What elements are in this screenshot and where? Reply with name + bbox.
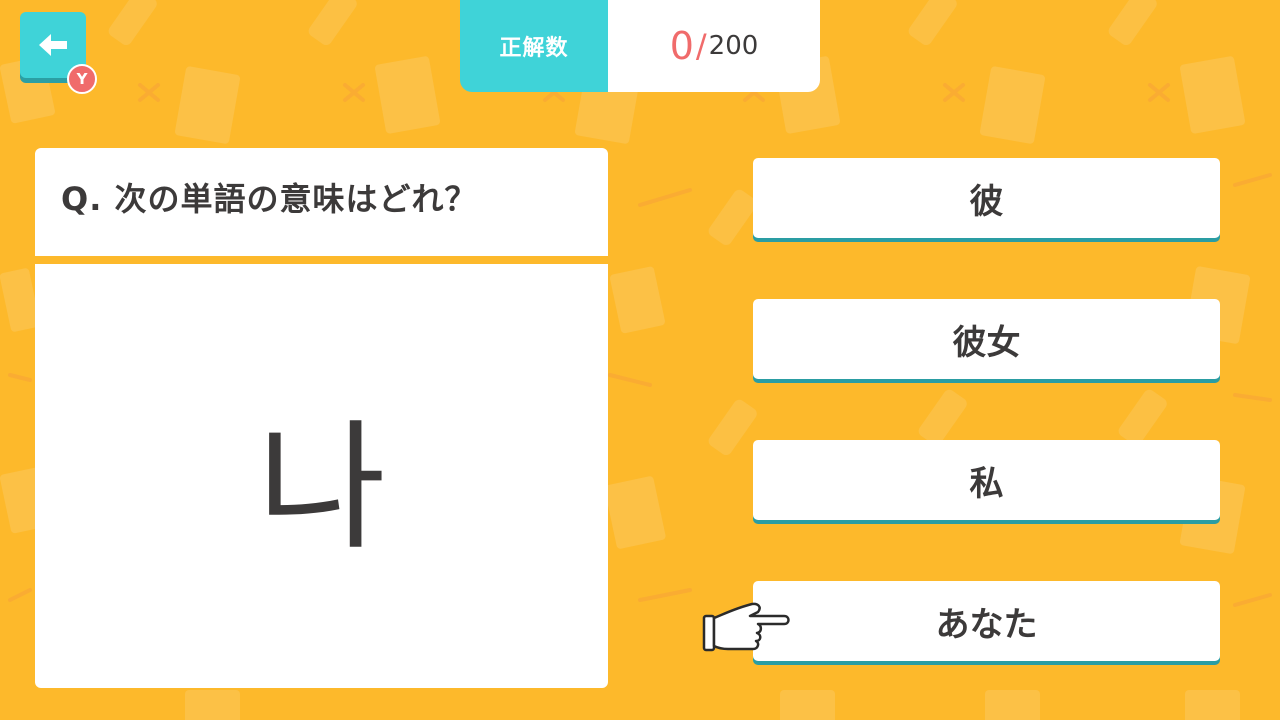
- left-arrow-icon: [39, 34, 67, 56]
- pointing-hand-icon: [702, 602, 790, 652]
- answer-option-1[interactable]: 彼: [753, 158, 1220, 238]
- question-word: 나: [257, 407, 386, 570]
- answer-option-2[interactable]: 彼女: [753, 299, 1220, 379]
- question-divider: [35, 256, 608, 264]
- question-card: Q. 次の単語の意味はどれ？ 나: [35, 148, 608, 688]
- answer-option-3[interactable]: 私: [753, 440, 1220, 520]
- total-count: 200: [708, 31, 759, 61]
- y-button-badge: Y: [67, 64, 97, 94]
- score-separator: /: [695, 27, 707, 65]
- score-panel: 正解数 0/200: [460, 0, 820, 92]
- score-value: 0/200: [608, 0, 820, 92]
- question-prompt: Q. 次の単語の意味はどれ？: [61, 180, 478, 218]
- correct-count: 0: [669, 24, 694, 68]
- answer-option-4[interactable]: あなた: [753, 581, 1220, 661]
- score-label: 正解数: [460, 0, 608, 92]
